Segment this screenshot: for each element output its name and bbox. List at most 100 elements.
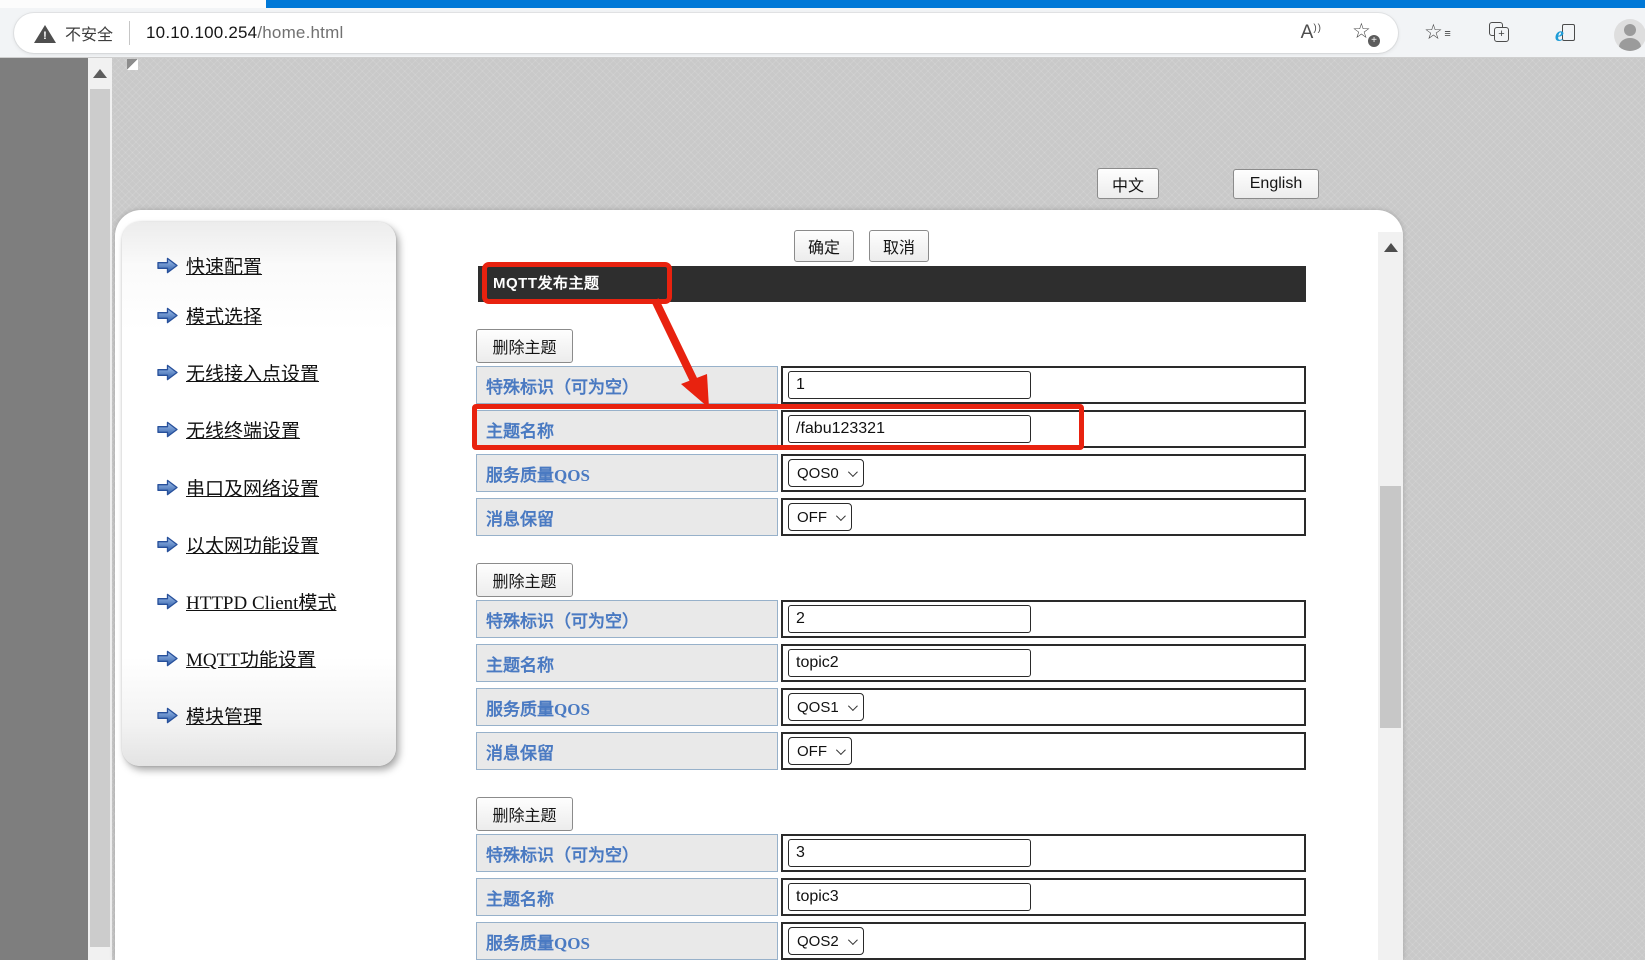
chevron-down-icon [848,701,858,711]
topic-name-input[interactable] [788,649,1031,677]
ie-letter: e [1555,24,1564,47]
sidebar-item-label: 模块管理 [186,702,262,729]
read-aloud-icon[interactable]: A)) [1301,22,1322,44]
table-cell: QOS1 [781,688,1306,726]
special-id-input[interactable] [788,605,1031,633]
table-row: 消息保留 OFF [476,732,1306,770]
divider [129,21,130,45]
add-favorite-icon[interactable]: ☆ + [1352,20,1378,46]
page-background: 中文 English 快速配置 模式选择 无线接入点设置 无线终端设置 串口及网… [112,58,1645,960]
sidebar-item-label: 串口及网络设置 [186,474,319,501]
table-cell [781,644,1306,682]
table-row: 消息保留 OFF [476,498,1306,536]
retain-select[interactable]: OFF [788,503,852,531]
chevron-down-icon [836,511,846,521]
sidebar-item-quick-config[interactable]: 快速配置 [156,252,262,279]
sidebar-item-module-manage[interactable]: 模块管理 [156,702,262,729]
read-aloud-waves: )) [1313,23,1322,34]
read-aloud-letter: A [1301,22,1314,44]
select-value: OFF [797,509,827,526]
url-host: 10.10.100.254 [146,23,257,42]
sidebar-item-label: HTTPD Client模式 [186,588,336,615]
url-path: /home.html [257,23,343,42]
left-dark-region [0,58,88,960]
confirm-button[interactable]: 确定 [794,230,854,262]
select-value: QOS0 [797,465,839,482]
scroll-up-arrow-icon[interactable] [93,69,107,78]
lang-chinese-button[interactable]: 中文 [1097,168,1159,199]
special-id-label: 特殊标识（可为空） [476,834,778,872]
annotation-arrow [643,294,735,422]
page-vertical-scrollbar[interactable] [88,58,112,960]
special-id-input[interactable] [788,371,1031,399]
sidebar-item-wireless-sta[interactable]: 无线终端设置 [156,416,300,443]
front-square-plus: + [1494,27,1509,42]
chevron-down-icon [836,745,846,755]
qos-select[interactable]: QOS1 [788,693,864,721]
table-cell: QOS0 [781,454,1306,492]
retain-label: 消息保留 [476,498,778,536]
topic-section-3: 删除主题 特殊标识（可为空） 主题名称 服务质量QOS QOS2 [476,797,1306,960]
browser-titlebar [0,0,1645,8]
table-row: 服务质量QOS QOS2 [476,922,1306,960]
sidebar-item-label: 无线接入点设置 [186,359,319,386]
collections-icon[interactable]: + [1492,25,1512,45]
sidebar-item-ethernet[interactable]: 以太网功能设置 [156,531,319,558]
chevron-down-icon [848,467,858,477]
qos-select[interactable]: QOS0 [788,459,864,487]
topic-name-label: 主题名称 [476,644,778,682]
delete-topic-button[interactable]: 删除主题 [476,329,573,363]
sidebar-item-label: 快速配置 [186,252,262,279]
special-id-label: 特殊标识（可为空） [476,600,778,638]
sidebar-item-mode-select[interactable]: 模式选择 [156,302,262,329]
chevron-down-icon [848,935,858,945]
retain-select[interactable]: OFF [788,737,852,765]
topic-name-label: 主题名称 [476,878,778,916]
sidebar-item-serial-network[interactable]: 串口及网络设置 [156,474,319,501]
qos-label: 服务质量QOS [476,688,778,726]
delete-topic-button[interactable]: 删除主题 [476,563,573,597]
table-cell: QOS2 [781,922,1306,960]
table-cell: OFF [781,732,1306,770]
sidebar-item-httpd-client[interactable]: HTTPD Client模式 [156,588,336,615]
url-text[interactable]: 10.10.100.254/home.html [146,23,343,43]
qos-label: 服务质量QOS [476,454,778,492]
sidebar-item-wireless-ap[interactable]: 无线接入点设置 [156,359,319,386]
content-frame: 快速配置 模式选择 无线接入点设置 无线终端设置 串口及网络设置 以太网功能设置… [115,210,1403,960]
blue-arrow-icon [156,256,179,275]
annotation-box-topic-name [472,404,1084,450]
table-cell [781,878,1306,916]
address-bar[interactable]: ! 不安全 10.10.100.254/home.html A)) ☆ + [14,13,1398,53]
table-row: 服务质量QOS QOS1 [476,688,1306,726]
table-row: 服务质量QOS QOS0 [476,454,1306,492]
sidebar-item-mqtt[interactable]: MQTT功能设置 [156,645,316,672]
active-tab-edge [0,0,266,8]
delete-topic-button[interactable]: 删除主题 [476,797,573,831]
table-cell [781,834,1306,872]
favorites-icon[interactable]: ☆ ≡ [1424,21,1443,45]
ie-mode-icon[interactable]: e [1556,24,1578,46]
web-page: 中文 English 快速配置 模式选择 无线接入点设置 无线终端设置 串口及网… [0,58,1645,960]
blue-arrow-icon [156,706,179,725]
sidebar: 快速配置 模式选择 无线接入点设置 无线终端设置 串口及网络设置 以太网功能设置… [122,222,396,766]
blue-arrow-icon [156,306,179,325]
blue-arrow-icon [156,592,179,611]
qos-select[interactable]: QOS2 [788,927,864,955]
frame-vertical-scrollbar[interactable] [1378,232,1403,960]
table-row: 主题名称 [476,878,1306,916]
profile-avatar[interactable] [1614,19,1645,51]
scrollbar-thumb[interactable] [90,89,110,947]
blue-arrow-icon [156,420,179,439]
lang-english-button[interactable]: English [1233,169,1319,199]
sidebar-item-label: 以太网功能设置 [186,531,319,558]
site-security-chip[interactable]: ! 不安全 [34,21,113,45]
blue-arrow-icon [156,478,179,497]
topic-section-2: 删除主题 特殊标识（可为空） 主题名称 服务质量QOS QOS1 消息保留 OF… [476,563,1306,776]
scrollbar-thumb[interactable] [1380,486,1401,728]
select-value: OFF [797,743,827,760]
table-row: 特殊标识（可为空） [476,600,1306,638]
special-id-input[interactable] [788,839,1031,867]
scroll-up-arrow-icon[interactable] [1384,243,1398,252]
topic-name-input[interactable] [788,883,1031,911]
cancel-button[interactable]: 取消 [869,230,929,262]
